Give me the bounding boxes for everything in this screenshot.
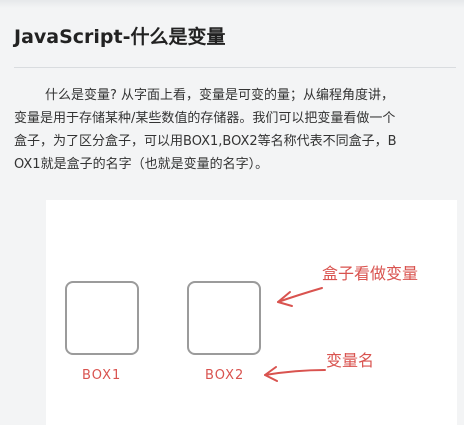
paragraph-line: OX1就是盒子的名字（也就是变量的名字）。 <box>14 157 269 172</box>
paragraph-line: 什么是变量? 从字面上看，变量是可变的量；从编程角度讲， <box>45 88 395 103</box>
paragraph-line: 盒子，为了区分盒子，可以用BOX1,BOX2等名称代表不同盒子，B <box>14 134 397 149</box>
page-title: JavaScript-什么是变量 <box>14 26 226 48</box>
annotation-arrows <box>264 287 326 382</box>
paragraph-line: 变量是用于存储某种/某些数值的存储器。我们可以把变量看做一个 <box>14 111 396 126</box>
top-bar-shadow <box>0 0 464 8</box>
arrow-to-name-icon <box>264 369 326 376</box>
intro-paragraph: 什么是变量? 从字面上看，变量是可变的量；从编程角度讲， 变量是用于存储某种/某… <box>14 84 456 176</box>
arrow-to-box-icon <box>277 287 323 303</box>
variable-box-illustration: BOX1 BOX2 盒子看做变量 变量名 <box>46 200 457 425</box>
title-divider <box>14 67 456 68</box>
